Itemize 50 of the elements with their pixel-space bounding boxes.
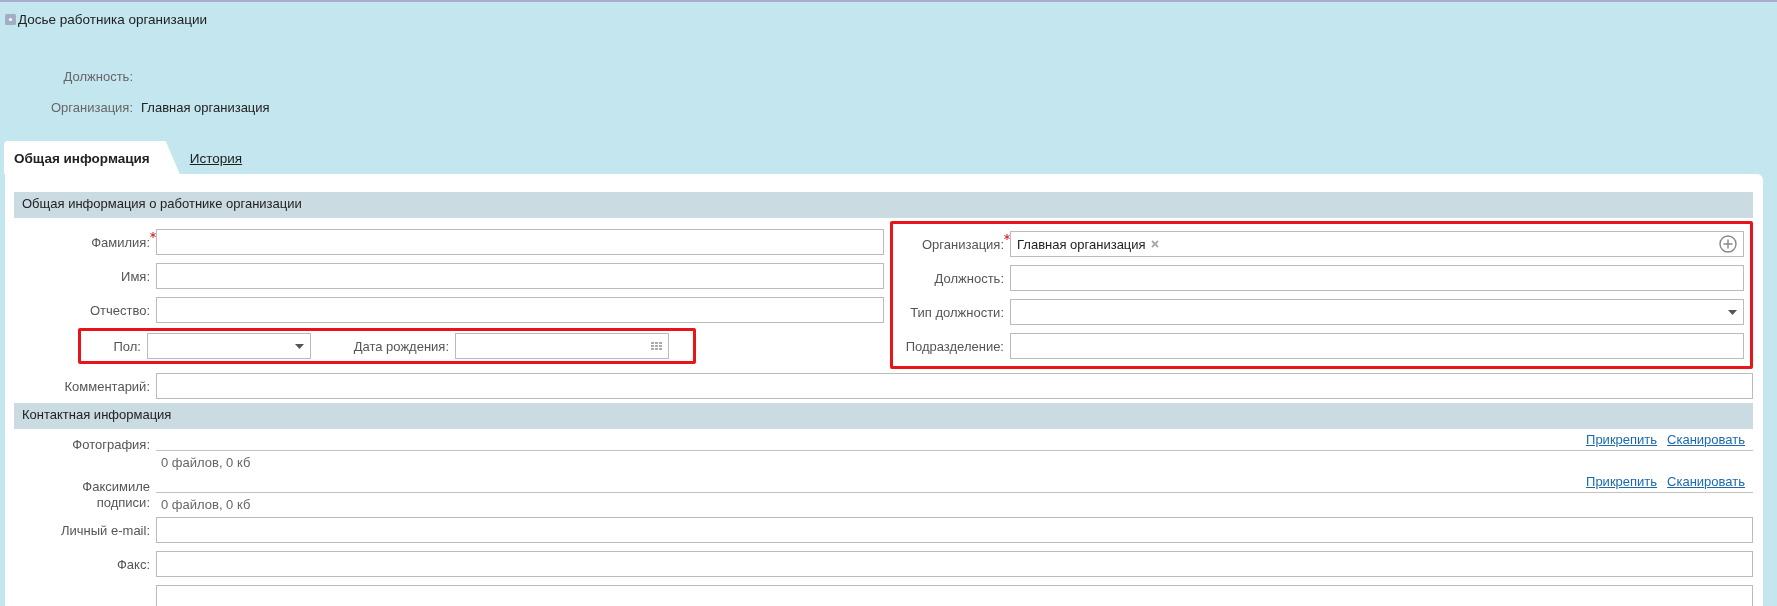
field-label: Отчество: [89,302,150,318]
field-label: Факсимиле подписи: [81,479,150,512]
tab[interactable]: История [179,141,257,174]
field-label: Организация: [921,236,1004,252]
field-label: Дата рождения: [353,338,449,354]
required-icon [150,231,156,238]
required-icon [1004,233,1010,240]
header-label: Организация: [49,100,133,115]
field-label: Фамилия: [91,234,150,250]
field-label: Должность: [934,270,1004,286]
tab[interactable]: Общая информация [4,141,180,174]
dropdown-field[interactable] [1010,299,1744,325]
calendar-icon [651,342,662,350]
field-label: Комментарий: [64,378,150,394]
field-label: Подразделение: [905,338,1004,354]
field-label: Тип должности: [910,304,1004,320]
form-icon [5,14,16,25]
attachment-link[interactable]: Прикрепить [1586,474,1658,489]
text-field[interactable] [156,551,1753,577]
attachment-link[interactable]: Прикрепить [1586,432,1658,447]
organization-tag: Главная организация [1017,236,1146,252]
remove-icon[interactable] [1150,240,1159,248]
text-field[interactable] [156,263,884,289]
section-header: Общая информация о работнике организации [14,192,1753,218]
dropdown-field[interactable] [147,333,311,359]
field-label: Имя: [121,268,150,284]
text-field[interactable] [1010,333,1744,359]
text-field[interactable] [156,297,884,323]
field-label: Пол: [113,338,141,354]
text-field[interactable] [156,229,884,255]
file-summary: 0 файлов, 0 кб [160,496,252,512]
caret-icon [1728,309,1737,315]
field-label: Факс: [116,556,150,572]
add-icon[interactable] [1719,235,1737,253]
window-title: Досье работника организации [18,12,208,27]
date-field[interactable] [455,333,669,359]
header-value: Главная организация [141,100,270,115]
file-summary: 0 файлов, 0 кб [160,454,252,470]
text-field[interactable] [156,585,1753,606]
caret-icon [295,343,304,349]
attachment-link[interactable]: Сканировать [1667,474,1745,489]
header-label: Должность: [62,69,133,84]
text-field[interactable] [1010,265,1744,291]
text-field[interactable] [156,373,1753,399]
field-label: Фотография: [72,437,150,454]
field-label: Личный e-mail: [61,522,150,538]
text-field[interactable] [156,517,1753,543]
section-header: Контактная информация [14,403,1753,429]
tag-field[interactable]: Главная организация [1010,231,1744,257]
attachment-link[interactable]: Сканировать [1667,432,1745,447]
